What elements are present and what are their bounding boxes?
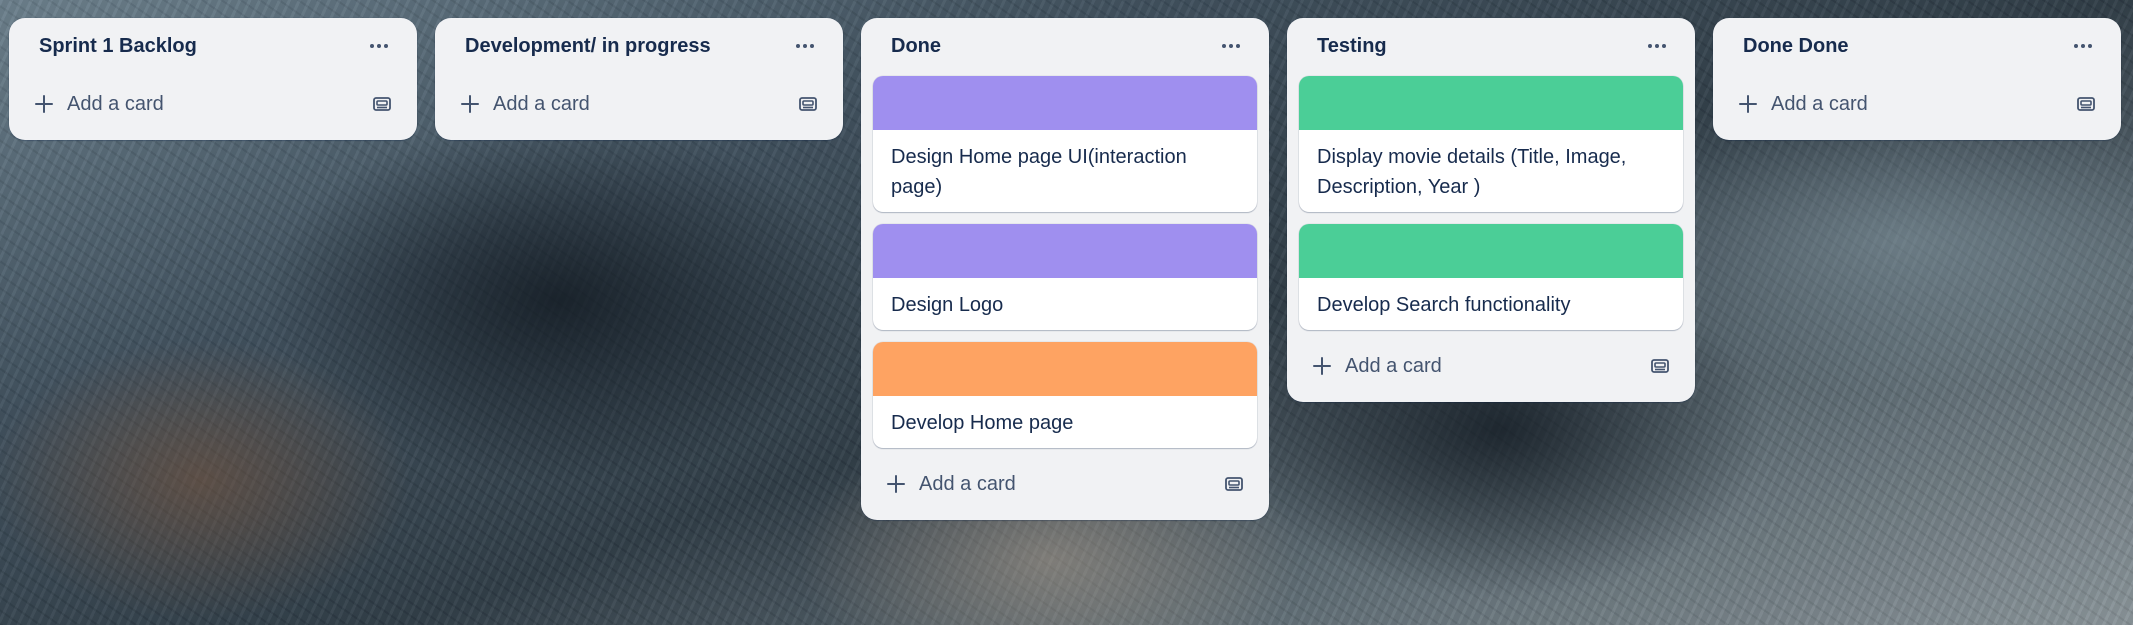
card-list: Design Home page UI(interaction page) De…	[873, 74, 1257, 448]
list-footer: Add a card	[1725, 78, 2109, 130]
card-cover	[873, 76, 1257, 130]
card-cover	[873, 342, 1257, 396]
card-title: Design Home page UI(interaction page)	[891, 146, 1187, 198]
list-menu-button[interactable]	[1639, 28, 1675, 64]
plus-icon	[1739, 95, 1757, 113]
card-list: Display movie details (Title, Image, Des…	[1299, 74, 1683, 330]
card-title: Develop Home page	[891, 412, 1074, 434]
plus-icon	[1313, 357, 1331, 375]
create-from-template-button[interactable]	[2071, 89, 2101, 119]
more-horizontal-icon	[1648, 44, 1666, 48]
card-cover	[1299, 76, 1683, 130]
plus-icon	[35, 95, 53, 113]
add-card-label: Add a card	[493, 92, 590, 115]
create-from-template-button[interactable]	[1219, 469, 1249, 499]
list-title[interactable]: Development/ in progress	[465, 35, 711, 58]
add-card-label: Add a card	[67, 92, 164, 115]
card-cover	[1299, 224, 1683, 278]
add-card-button[interactable]: Add a card	[1739, 93, 1868, 116]
more-horizontal-icon	[370, 44, 388, 48]
list-footer: Add a card	[447, 78, 831, 130]
list-sprint-1-backlog: Sprint 1 Backlog Add a card	[9, 18, 417, 140]
add-card-label: Add a card	[919, 472, 1016, 495]
add-card-button[interactable]: Add a card	[887, 473, 1016, 496]
card[interactable]: Develop Search functionality	[1299, 224, 1683, 330]
card-template-icon	[1225, 477, 1243, 491]
create-from-template-button[interactable]	[1645, 351, 1675, 381]
list-header: Testing	[1299, 18, 1683, 74]
list-header: Done Done	[1725, 18, 2109, 74]
list-footer: Add a card	[873, 458, 1257, 510]
card-template-icon	[373, 97, 391, 111]
card-title: Design Logo	[891, 294, 1004, 316]
more-horizontal-icon	[796, 44, 814, 48]
create-from-template-button[interactable]	[367, 89, 397, 119]
card-cover	[873, 224, 1257, 278]
card[interactable]: Display movie details (Title, Image, Des…	[1299, 76, 1683, 212]
card-title: Develop Search functionality	[1317, 294, 1571, 316]
list-menu-button[interactable]	[787, 28, 823, 64]
list-header: Sprint 1 Backlog	[21, 18, 405, 74]
list-title[interactable]: Done	[891, 35, 941, 58]
list-done: Done Design Home page UI(interaction pag…	[861, 18, 1269, 520]
list-title[interactable]: Done Done	[1743, 35, 1849, 58]
list-title[interactable]: Sprint 1 Backlog	[39, 35, 197, 58]
plus-icon	[461, 95, 479, 113]
card[interactable]: Develop Home page	[873, 342, 1257, 448]
list-testing: Testing Display movie details (Title, Im…	[1287, 18, 1695, 402]
card-title: Display movie details (Title, Image, Des…	[1317, 146, 1627, 198]
list-footer: Add a card	[1299, 340, 1683, 392]
card-template-icon	[799, 97, 817, 111]
plus-icon	[887, 475, 905, 493]
more-horizontal-icon	[1222, 44, 1240, 48]
list-menu-button[interactable]	[361, 28, 397, 64]
add-card-label: Add a card	[1771, 92, 1868, 115]
more-horizontal-icon	[2074, 44, 2092, 48]
card[interactable]: Design Home page UI(interaction page)	[873, 76, 1257, 212]
list-title[interactable]: Testing	[1317, 35, 1387, 58]
list-footer: Add a card	[21, 78, 405, 130]
list-development-in-progress: Development/ in progress Add a card	[435, 18, 843, 140]
card-template-icon	[2077, 97, 2095, 111]
list-done-done: Done Done Add a card	[1713, 18, 2121, 140]
card-template-icon	[1651, 359, 1669, 373]
add-card-button[interactable]: Add a card	[461, 93, 590, 116]
add-card-button[interactable]: Add a card	[1313, 355, 1442, 378]
board: Sprint 1 Backlog Add a card Development/…	[9, 18, 2121, 520]
card[interactable]: Design Logo	[873, 224, 1257, 330]
list-header: Development/ in progress	[447, 18, 831, 74]
add-card-button[interactable]: Add a card	[35, 93, 164, 116]
list-header: Done	[873, 18, 1257, 74]
add-card-label: Add a card	[1345, 354, 1442, 377]
list-menu-button[interactable]	[1213, 28, 1249, 64]
list-menu-button[interactable]	[2065, 28, 2101, 64]
create-from-template-button[interactable]	[793, 89, 823, 119]
